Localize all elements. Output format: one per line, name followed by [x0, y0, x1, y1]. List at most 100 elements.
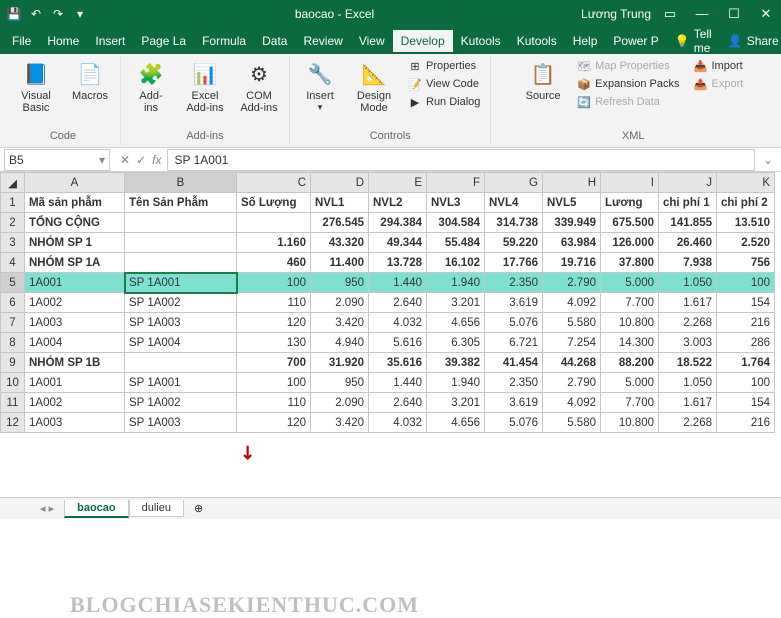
- cell[interactable]: SP 1A002: [125, 393, 237, 413]
- excel-addins-button[interactable]: 📊Excel Add-ins: [181, 58, 229, 116]
- view-code-button[interactable]: 📝View Code: [404, 76, 484, 92]
- cell[interactable]: 314.738: [485, 213, 543, 233]
- cell[interactable]: 88.200: [601, 353, 659, 373]
- tab-home[interactable]: Home: [39, 30, 87, 52]
- cell[interactable]: 5.580: [543, 413, 601, 433]
- sheet-tab-active[interactable]: baocao: [64, 500, 129, 518]
- minimize-icon[interactable]: —: [693, 6, 711, 22]
- cell[interactable]: 5.076: [485, 413, 543, 433]
- cancel-icon[interactable]: ✕: [120, 153, 130, 167]
- cell[interactable]: 1.764: [717, 353, 775, 373]
- cell[interactable]: 1.440: [369, 273, 427, 293]
- worksheet[interactable]: ◢ A B C D E F G H I J K 1 Mã sản phẫm Tê…: [0, 172, 781, 433]
- cell[interactable]: 2.520: [717, 233, 775, 253]
- cell[interactable]: 110: [237, 293, 311, 313]
- cell[interactable]: NHÓM SP 1: [25, 233, 125, 253]
- cell[interactable]: 4.092: [543, 393, 601, 413]
- cell[interactable]: 4.656: [427, 313, 485, 333]
- cell[interactable]: 100: [237, 373, 311, 393]
- cell[interactable]: 100: [717, 373, 775, 393]
- cell[interactable]: 2.790: [543, 373, 601, 393]
- cell[interactable]: 120: [237, 313, 311, 333]
- col-header[interactable]: F: [427, 173, 485, 193]
- cell[interactable]: NHÓM SP 1A: [25, 253, 125, 273]
- cell[interactable]: 5.580: [543, 313, 601, 333]
- maximize-icon[interactable]: ☐: [725, 6, 743, 22]
- cell[interactable]: NVL4: [485, 193, 543, 213]
- cell[interactable]: 55.484: [427, 233, 485, 253]
- cell[interactable]: 49.344: [369, 233, 427, 253]
- insert-control-button[interactable]: 🔧Insert▾: [296, 58, 344, 115]
- col-header[interactable]: H: [543, 173, 601, 193]
- cell[interactable]: 5.000: [601, 273, 659, 293]
- cell[interactable]: 100: [237, 273, 311, 293]
- cell[interactable]: 1A003: [25, 413, 125, 433]
- row-header[interactable]: 6: [1, 293, 25, 313]
- export-button[interactable]: 📤Export: [690, 76, 748, 92]
- cell[interactable]: 460: [237, 253, 311, 273]
- cell[interactable]: 31.920: [311, 353, 369, 373]
- cell[interactable]: 1.940: [427, 373, 485, 393]
- tab-powerp[interactable]: Power P: [605, 30, 666, 52]
- cell[interactable]: 3.420: [311, 313, 369, 333]
- cell[interactable]: Tên Sản Phẫm: [125, 193, 237, 213]
- col-header[interactable]: E: [369, 173, 427, 193]
- close-icon[interactable]: ✕: [757, 6, 775, 22]
- cell[interactable]: 1.617: [659, 293, 717, 313]
- tab-kutools2[interactable]: Kutools: [509, 30, 565, 52]
- col-header[interactable]: I: [601, 173, 659, 193]
- cell[interactable]: 700: [237, 353, 311, 373]
- cell[interactable]: 304.584: [427, 213, 485, 233]
- cell[interactable]: 2.640: [369, 293, 427, 313]
- cell[interactable]: 26.460: [659, 233, 717, 253]
- row-header[interactable]: 10: [1, 373, 25, 393]
- cell[interactable]: 35.616: [369, 353, 427, 373]
- share-button[interactable]: 👤Share: [720, 30, 781, 52]
- cell[interactable]: TỔNG CỘNG: [25, 213, 125, 233]
- properties-button[interactable]: ⊞Properties: [404, 58, 484, 74]
- map-properties-button[interactable]: 🗺Map Properties: [573, 58, 683, 74]
- cell[interactable]: 1.940: [427, 273, 485, 293]
- cell[interactable]: 120: [237, 413, 311, 433]
- macros-button[interactable]: 📄Macros: [66, 58, 114, 104]
- cell[interactable]: 3.003: [659, 333, 717, 353]
- cell[interactable]: 41.454: [485, 353, 543, 373]
- cell[interactable]: 950: [311, 273, 369, 293]
- cell[interactable]: 2.350: [485, 373, 543, 393]
- cell[interactable]: Mã sản phẫm: [25, 193, 125, 213]
- save-icon[interactable]: 💾: [6, 6, 22, 22]
- cell[interactable]: 43.320: [311, 233, 369, 253]
- cell[interactable]: chi phí 1: [659, 193, 717, 213]
- cell[interactable]: 2.268: [659, 313, 717, 333]
- cell[interactable]: 4.032: [369, 313, 427, 333]
- row-header[interactable]: 3: [1, 233, 25, 253]
- cell[interactable]: [125, 213, 237, 233]
- cell[interactable]: 286: [717, 333, 775, 353]
- cell[interactable]: 3.619: [485, 293, 543, 313]
- cell[interactable]: 339.949: [543, 213, 601, 233]
- cell[interactable]: 126.000: [601, 233, 659, 253]
- cell[interactable]: 59.220: [485, 233, 543, 253]
- cell[interactable]: 2.790: [543, 273, 601, 293]
- expand-formula-icon[interactable]: ⌄: [755, 153, 781, 167]
- cell[interactable]: [125, 233, 237, 253]
- cell[interactable]: 2.090: [311, 393, 369, 413]
- row-header[interactable]: 9: [1, 353, 25, 373]
- cell[interactable]: NHÓM SP 1B: [25, 353, 125, 373]
- tab-data[interactable]: Data: [254, 30, 295, 52]
- row-header[interactable]: 2: [1, 213, 25, 233]
- cell[interactable]: 1.050: [659, 373, 717, 393]
- cell[interactable]: 3.619: [485, 393, 543, 413]
- expansion-packs-button[interactable]: 📦Expansion Packs: [573, 76, 683, 92]
- cell[interactable]: 7.700: [601, 293, 659, 313]
- cell[interactable]: SP 1A001: [125, 273, 237, 293]
- cell[interactable]: 216: [717, 413, 775, 433]
- visual-basic-button[interactable]: 📘Visual Basic: [12, 58, 60, 116]
- cell[interactable]: 11.400: [311, 253, 369, 273]
- tab-review[interactable]: Review: [295, 30, 350, 52]
- row-header[interactable]: 4: [1, 253, 25, 273]
- import-button[interactable]: 📥Import: [690, 58, 748, 74]
- cell[interactable]: 16.102: [427, 253, 485, 273]
- cell[interactable]: SP 1A003: [125, 413, 237, 433]
- cell[interactable]: 3.201: [427, 393, 485, 413]
